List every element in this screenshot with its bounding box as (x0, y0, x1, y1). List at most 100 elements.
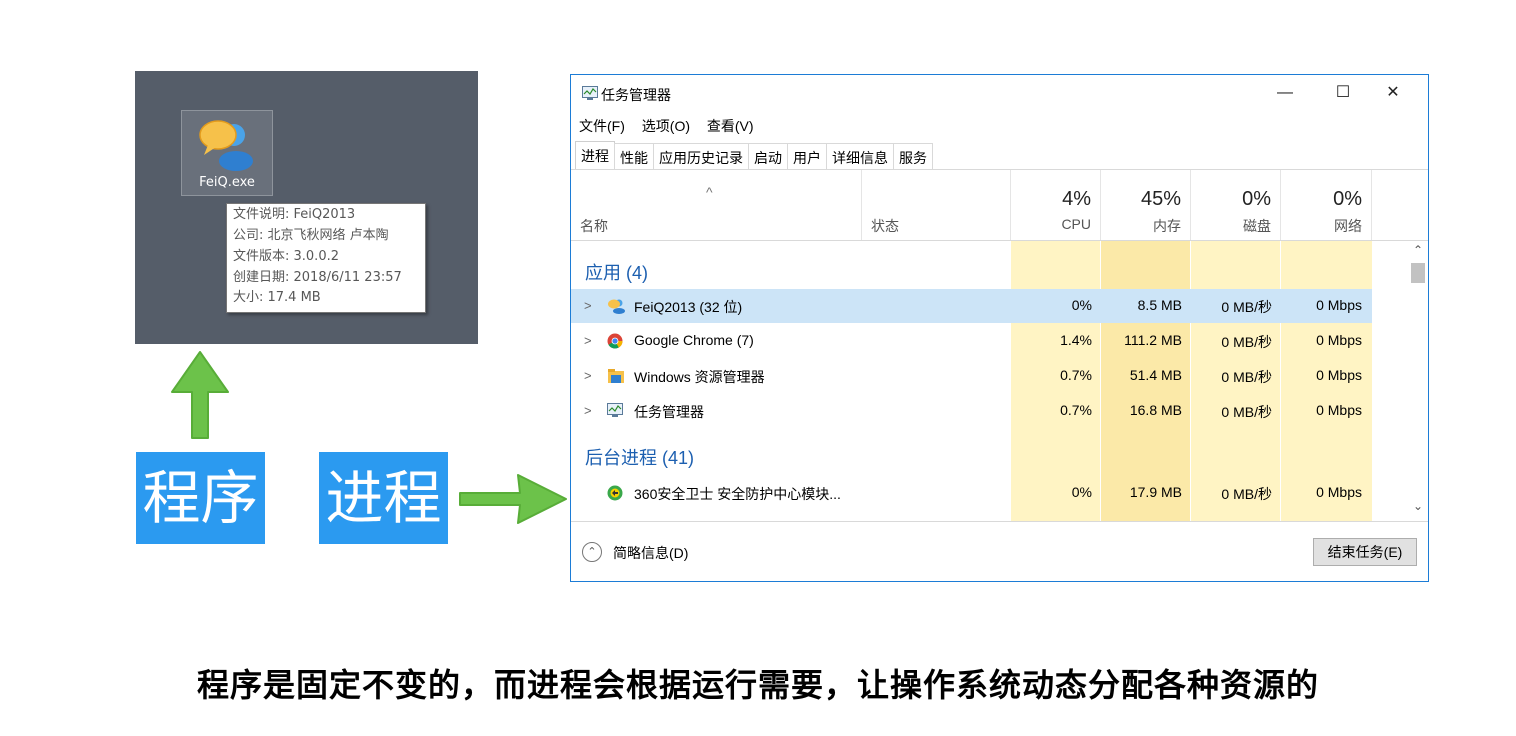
column-header-cpu[interactable]: 4% CPU (1011, 170, 1101, 240)
column-header-name[interactable]: ^ 名称 (571, 170, 862, 240)
process-row-taskmgr[interactable]: > 任务管理器 0.7% 16.8 MB 0 MB/秒 0 Mbps (571, 394, 1372, 428)
column-header-memory[interactable]: 45% 内存 (1101, 170, 1191, 240)
vertical-scrollbar[interactable]: ⌃ ⌄ (1408, 241, 1428, 521)
process-name: Google Chrome (7) (634, 332, 754, 348)
up-arrow-icon (171, 351, 229, 439)
column-header: ^ 名称 状态 4% CPU 45% 内存 0% 磁盘 0% 网络 (571, 170, 1428, 241)
column-status-label: 状态 (871, 218, 899, 234)
scroll-thumb[interactable] (1411, 263, 1425, 283)
process-row-chrome[interactable]: > Google Chrome (7) 1.4% 111.2 MB 0 MB/秒… (571, 324, 1372, 358)
feiq-icon (199, 120, 253, 171)
disk-label: 磁盘 (1243, 218, 1271, 234)
process-name: FeiQ2013 (32 位) (634, 299, 743, 315)
group-apps: 应用 (4) (585, 263, 648, 283)
feiq-icon-label: FeiQ.exe (199, 175, 255, 190)
tab-users[interactable]: 用户 (787, 143, 827, 170)
caption: 程序是固定不变的，而进程会根据运行需要，让操作系统动态分配各种资源的 (196, 666, 1319, 704)
tooltip-line-description: 文件说明: FeiQ2013 (233, 207, 356, 222)
tooltip-line-company: 公司: 北京飞秋网络 卢本陶 (233, 228, 389, 243)
tab-app-history[interactable]: 应用历史记录 (653, 143, 749, 170)
process-network: 0 Mbps (1316, 297, 1362, 313)
minimize-button[interactable]: — (1265, 81, 1305, 105)
task-manager-window: 任务管理器 — ☐ ✕ 文件(F) 选项(O) 查看(V) 进程 性能 应用历史… (570, 74, 1429, 582)
process-network: 0 Mbps (1316, 367, 1362, 383)
process-row-explorer[interactable]: > Windows 资源管理器 0.7% 51.4 MB 0 MB/秒 0 Mb… (571, 359, 1372, 393)
column-header-status[interactable]: 状态 (862, 170, 1011, 240)
process-row-360[interactable]: 360安全卫士 安全防护中心模块... 0% 17.9 MB 0 MB/秒 0 … (571, 476, 1372, 510)
taskmgr-icon (607, 403, 623, 417)
tab-startup[interactable]: 启动 (748, 143, 788, 170)
scroll-down-icon[interactable]: ⌄ (1408, 499, 1428, 513)
menu-file[interactable]: 文件(F) (579, 118, 625, 134)
process-list: 应用 (4) > FeiQ2013 (32 位) 0% 8.5 MB 0 MB/… (571, 241, 1372, 521)
360-icon (607, 485, 623, 501)
process-name: 任务管理器 (634, 404, 704, 420)
group-background: 后台进程 (41) (585, 448, 695, 468)
chevron-up-circle-icon[interactable]: ⌃ (582, 542, 602, 562)
window-footer: ⌃ 简略信息(D) 结束任务(E) (571, 521, 1428, 581)
memory-label: 内存 (1153, 218, 1181, 234)
process-network: 0 Mbps (1316, 332, 1362, 348)
network-total: 0% (1333, 188, 1362, 210)
feiq-desktop-icon[interactable]: FeiQ.exe (181, 110, 273, 196)
desktop-panel: FeiQ.exe 文件说明: FeiQ2013 公司: 北京飞秋网络 卢本陶 文… (135, 71, 478, 344)
process-memory: 17.9 MB (1129, 484, 1182, 500)
process-disk: 0 MB/秒 (1221, 369, 1272, 385)
menu-options[interactable]: 选项(O) (642, 118, 690, 134)
explorer-icon (608, 369, 624, 383)
feiq-icon (608, 299, 625, 314)
scroll-up-icon[interactable]: ⌃ (1408, 243, 1428, 257)
fewer-details-link[interactable]: 简略信息(D) (613, 543, 688, 563)
process-name: 360安全卫士 安全防护中心模块... (634, 486, 841, 502)
process-memory: 16.8 MB (1129, 402, 1182, 418)
column-header-disk[interactable]: 0% 磁盘 (1191, 170, 1281, 240)
menu-view[interactable]: 查看(V) (707, 118, 754, 134)
expand-chevron-icon[interactable]: > (584, 333, 592, 348)
process-disk: 0 MB/秒 (1221, 486, 1272, 502)
process-row-feiq[interactable]: > FeiQ2013 (32 位) 0% 8.5 MB 0 MB/秒 0 Mbp… (571, 289, 1372, 323)
tab-processes[interactable]: 进程 (575, 141, 615, 170)
maximize-button[interactable]: ☐ (1323, 81, 1363, 105)
column-header-network[interactable]: 0% 网络 (1281, 170, 1372, 240)
process-label: 进程 (319, 452, 448, 544)
tab-details[interactable]: 详细信息 (826, 143, 894, 170)
memory-total: 45% (1140, 188, 1181, 210)
process-cpu: 0.7% (1060, 402, 1092, 418)
process-cpu: 1.4% (1060, 332, 1092, 348)
process-disk: 0 MB/秒 (1221, 334, 1272, 350)
expand-chevron-icon[interactable]: > (584, 298, 592, 313)
process-disk: 0 MB/秒 (1221, 404, 1272, 420)
network-label: 网络 (1334, 218, 1362, 234)
cpu-label: CPU (1061, 216, 1091, 232)
tooltip-line-size: 大小: 17.4 MB (233, 290, 321, 305)
close-button[interactable]: ✕ (1373, 81, 1413, 105)
process-memory: 8.5 MB (1137, 297, 1182, 313)
tooltip-line-created: 创建日期: 2018/6/11 23:57 (233, 270, 402, 285)
process-name: Windows 资源管理器 (634, 369, 765, 385)
process-memory: 111.2 MB (1124, 332, 1182, 348)
process-memory: 51.4 MB (1129, 367, 1182, 383)
tooltip-line-version: 文件版本: 3.0.0.2 (233, 249, 339, 264)
taskmgr-icon (582, 86, 598, 100)
sort-caret-icon: ^ (706, 184, 713, 200)
tab-services[interactable]: 服务 (893, 143, 933, 170)
process-cpu: 0% (1071, 484, 1092, 500)
window-title: 任务管理器 (601, 87, 671, 103)
chrome-icon (607, 333, 623, 349)
cpu-total: 4% (1062, 188, 1091, 210)
process-cpu: 0.7% (1060, 367, 1092, 383)
tab-bar: 进程 性能 应用历史记录 启动 用户 详细信息 服务 (575, 141, 933, 170)
process-disk: 0 MB/秒 (1221, 299, 1272, 315)
menu-bar: 文件(F) 选项(O) 查看(V) (579, 116, 767, 136)
column-name-label: 名称 (580, 218, 608, 234)
expand-chevron-icon[interactable]: > (584, 403, 592, 418)
end-task-button[interactable]: 结束任务(E) (1313, 538, 1417, 566)
program-label: 程序 (136, 452, 265, 544)
tab-performance[interactable]: 性能 (614, 143, 654, 170)
process-cpu: 0% (1071, 297, 1092, 313)
file-tooltip: 文件说明: FeiQ2013 公司: 北京飞秋网络 卢本陶 文件版本: 3.0.… (226, 203, 426, 313)
process-network: 0 Mbps (1316, 484, 1362, 500)
disk-total: 0% (1242, 188, 1271, 210)
process-network: 0 Mbps (1316, 402, 1362, 418)
expand-chevron-icon[interactable]: > (584, 368, 592, 383)
